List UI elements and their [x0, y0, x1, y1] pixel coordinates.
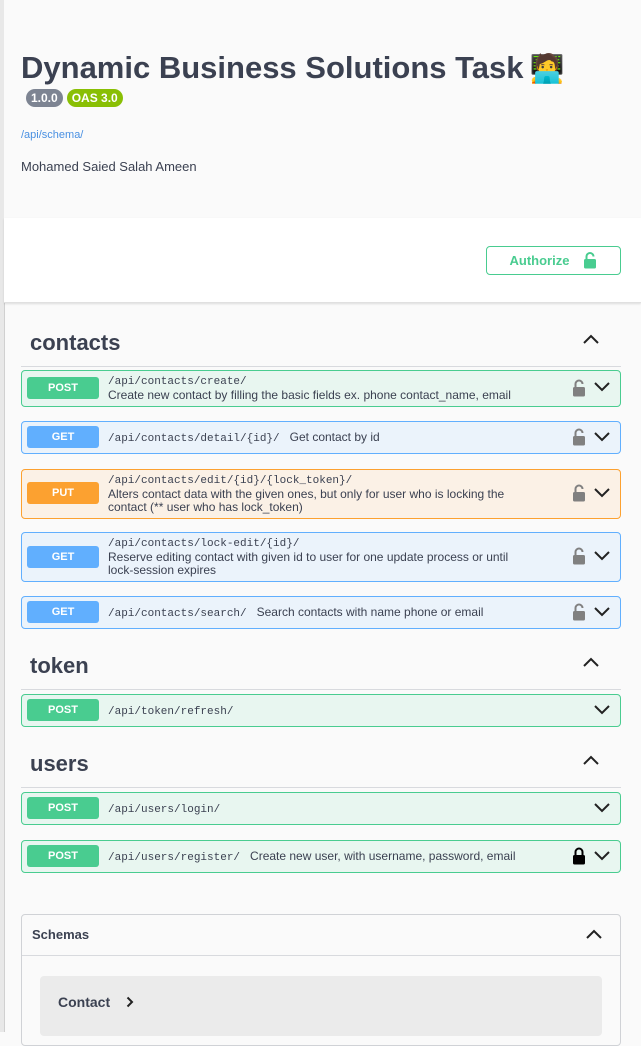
api-info	[4, 0, 641, 218]
operation-summary: Create new contact by filling the basic …	[108, 388, 511, 402]
chevron-up-icon[interactable]	[586, 929, 602, 939]
chevron-down-icon[interactable]	[594, 432, 610, 442]
chevron-down-icon[interactable]	[594, 607, 610, 617]
operation-summary: Create new user, with username, password…	[250, 849, 516, 863]
authorize-button[interactable]: Authorize	[486, 246, 621, 275]
authorize-label: Authorize	[509, 253, 570, 268]
locked-padlock-icon[interactable]	[572, 847, 586, 865]
tag-users[interactable]: users	[21, 739, 621, 788]
operation-get-contacts-lock-edit[interactable]: GET /api/contacts/lock-edit/{id}/ Reserv…	[21, 532, 621, 582]
tag-token[interactable]: token	[21, 641, 621, 690]
operation-put-contacts-edit[interactable]: PUT /api/contacts/edit/{id}/{lock_token}…	[21, 469, 621, 519]
schemas-title: Schemas	[32, 927, 90, 942]
operation-post-contacts-create[interactable]: POST /api/contacts/create/ Create new co…	[21, 370, 621, 407]
operation-summary: Reserve editing contact with given id to…	[108, 550, 509, 577]
tag-token-title: token	[30, 653, 89, 678]
schema-link[interactable]: /api/schema/	[21, 129, 83, 141]
chevron-down-icon[interactable]	[594, 551, 610, 561]
operation-path: /api/contacts/search/	[108, 608, 247, 620]
chevron-down-icon[interactable]	[594, 705, 610, 715]
operation-summary: Alters contact data with the given ones,…	[108, 487, 505, 514]
chevron-right-icon[interactable]	[126, 996, 134, 1008]
method-badge: GET	[27, 426, 99, 448]
unlocked-padlock-icon[interactable]	[572, 379, 586, 397]
chevron-up-icon[interactable]	[583, 334, 599, 344]
operation-summary: Get contact by id	[289, 430, 380, 444]
operation-get-contacts-search[interactable]: GET /api/contacts/search/Search contacts…	[21, 596, 621, 629]
scheme-container: Authorize	[4, 218, 641, 303]
unlocked-padlock-icon[interactable]	[572, 547, 586, 565]
operation-post-users-login[interactable]: POST /api/users/login/	[21, 792, 621, 825]
operation-path: /api/token/refresh/	[108, 706, 234, 718]
version-badge: 1.0.0	[26, 89, 63, 107]
method-badge: POST	[27, 377, 99, 399]
unlocked-padlock-icon[interactable]	[572, 603, 586, 621]
method-badge: GET	[27, 546, 99, 568]
chevron-down-icon[interactable]	[594, 488, 610, 498]
tag-contacts[interactable]: contacts	[21, 318, 621, 367]
oas-badge: OAS 3.0	[66, 89, 123, 107]
version-badges: 1.0.0 OAS 3.0	[26, 89, 123, 107]
operation-post-users-register[interactable]: POST /api/users/register/Create new user…	[21, 840, 621, 873]
schemas-header[interactable]: Schemas	[22, 915, 620, 956]
chevron-up-icon[interactable]	[583, 755, 599, 765]
operation-post-token-refresh[interactable]: POST /api/token/refresh/	[21, 694, 621, 727]
chevron-up-icon[interactable]	[583, 657, 599, 667]
unlocked-padlock-icon[interactable]	[572, 428, 586, 446]
chevron-down-icon[interactable]	[594, 382, 610, 392]
unlocked-padlock-icon[interactable]	[572, 484, 586, 502]
api-title: Dynamic Business Solutions Task 🧑‍💻	[21, 50, 564, 86]
method-badge: PUT	[27, 482, 99, 504]
operation-summary: Search contacts with name phone or email	[256, 605, 484, 619]
method-badge: GET	[27, 601, 99, 623]
method-badge: POST	[27, 699, 99, 721]
operation-path: /api/users/register/	[108, 852, 241, 864]
chevron-down-icon[interactable]	[594, 851, 610, 861]
api-description: Mohamed Saied Salah Ameen	[21, 159, 197, 174]
unlocked-padlock-icon	[584, 252, 597, 269]
operation-path: /api/users/login/	[108, 804, 221, 816]
chevron-down-icon[interactable]	[594, 803, 610, 813]
schemas-section: Schemas Contact	[21, 914, 621, 1046]
method-badge: POST	[27, 797, 99, 819]
model-name: Contact	[58, 994, 111, 1010]
operation-path: /api/contacts/detail/{id}/	[108, 433, 280, 445]
api-title-text: Dynamic Business Solutions Task	[21, 50, 524, 85]
method-badge: POST	[27, 845, 99, 867]
technologist-emoji-icon: 🧑‍💻	[529, 53, 565, 84]
operation-get-contacts-detail[interactable]: GET /api/contacts/detail/{id}/ Get contac…	[21, 421, 621, 454]
tag-users-title: users	[30, 751, 89, 776]
model-contact[interactable]: Contact	[40, 976, 602, 1036]
tag-contacts-title: contacts	[30, 330, 121, 355]
